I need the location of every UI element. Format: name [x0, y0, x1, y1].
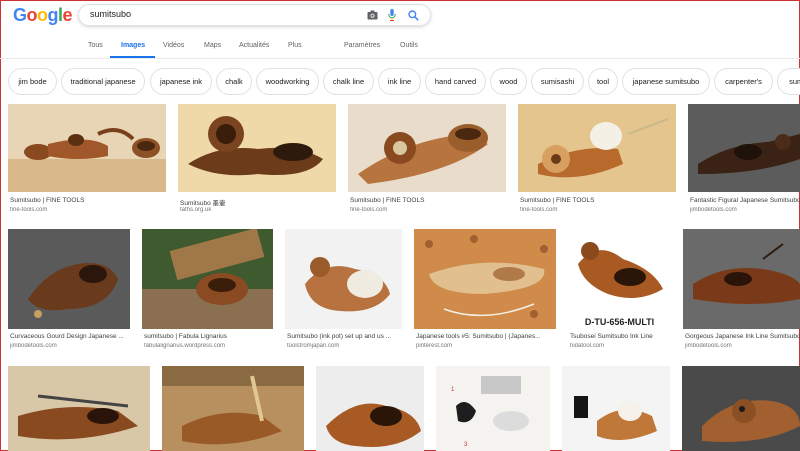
result-thumbnail[interactable]: D-TU-656-MULTI [568, 229, 671, 329]
result-thumbnail[interactable] [162, 366, 304, 451]
tab-images[interactable]: Images [121, 42, 145, 49]
chip[interactable]: ink line [378, 68, 421, 95]
result-site[interactable]: jimbodetools.com [690, 207, 800, 213]
result-title[interactable]: Tsubosei Sumitsubo Ink Line [570, 333, 673, 340]
result-title[interactable]: Sumitsubo | FINE TOOLS [10, 197, 160, 204]
result-site[interactable]: taths.org.uk [180, 207, 330, 213]
result-thumbnail[interactable] [8, 366, 150, 451]
result-thumbnail[interactable]: 13 [436, 366, 550, 451]
result-title[interactable]: Sumitsubo (ink pot) set up and us ... [287, 333, 404, 340]
result-site[interactable]: toolsfromjapan.com [287, 343, 404, 349]
result-thumbnail[interactable] [683, 229, 800, 329]
result-site[interactable]: fine-tools.com [350, 207, 500, 213]
result-site[interactable]: fine-tools.com [520, 207, 670, 213]
chip[interactable]: chalk [216, 68, 252, 95]
tab-news[interactable]: Actualités [239, 42, 269, 49]
result-thumbnail[interactable] [142, 229, 273, 329]
chip[interactable]: tool [588, 68, 618, 95]
logo-letter: o [37, 5, 48, 25]
result-site[interactable]: fabulalignarius.wordpress.com [144, 343, 275, 349]
result-title[interactable]: Japanese tools #5: Sumitsubo | (Japanes.… [416, 333, 558, 340]
result-thumbnail[interactable] [688, 104, 800, 192]
search-icon[interactable] [406, 8, 420, 22]
result-title[interactable]: Curvaceous Gourd Design Japanese ... [10, 333, 132, 340]
result-site[interactable]: fine-tools.com [10, 207, 160, 213]
result-thumbnail[interactable] [285, 229, 402, 329]
result-title[interactable]: sumitsubo | Fabula Lignarius [144, 333, 275, 340]
result-thumbnail[interactable] [316, 366, 424, 451]
chip[interactable]: carpenter's [714, 68, 773, 95]
tab-tools[interactable]: Outils [400, 42, 418, 49]
tab-videos[interactable]: Vidéos [163, 42, 184, 49]
chip[interactable]: japanese sumitsubo [622, 68, 710, 95]
logo-letter: e [62, 5, 73, 25]
chip[interactable]: wood [490, 68, 527, 95]
result-site[interactable]: pinterest.com [416, 343, 558, 349]
chip[interactable]: hand carved [425, 68, 486, 95]
result-title[interactable]: Sumitsubo | FINE TOOLS [350, 197, 500, 204]
result-title[interactable]: Fantastic Figural Japanese Sumitsubo [690, 197, 800, 204]
result-title[interactable]: Gorgeous Japanese Ink Line Sumitsubo [685, 333, 800, 340]
google-logo[interactable]: Google [13, 5, 73, 26]
header-divider [0, 58, 800, 59]
logo-letter: o [26, 5, 38, 25]
result-title[interactable]: Sumitsubo | FINE TOOLS [520, 197, 670, 204]
related-chips: jim bode traditional japanese japanese i… [0, 68, 800, 96]
result-site[interactable]: hidatool.com [570, 343, 673, 349]
result-thumbnail[interactable] [8, 104, 166, 192]
search-input[interactable]: sumitsubo [90, 9, 131, 19]
chip[interactable]: woodworking [256, 68, 319, 95]
search-box[interactable]: sumitsubo [78, 4, 431, 26]
result-thumbnail[interactable] [348, 104, 506, 192]
product-code-overlay: D-TU-656-MULTI [584, 317, 655, 327]
chip[interactable]: jim bode [8, 68, 57, 95]
chip[interactable]: chalk line [323, 68, 374, 95]
tab-more[interactable]: Plus [288, 42, 302, 49]
chip[interactable]: sumisashi [531, 68, 584, 95]
camera-icon[interactable] [365, 8, 379, 22]
chip[interactable]: japanese ink [150, 68, 212, 95]
tab-settings[interactable]: Paramètres [344, 42, 380, 49]
result-site[interactable]: jimbodetools.com [10, 343, 132, 349]
result-thumbnail[interactable] [562, 366, 670, 451]
tab-all[interactable]: Tous [88, 42, 103, 49]
result-thumbnail[interactable] [682, 366, 800, 451]
microphone-icon[interactable] [385, 8, 399, 22]
result-site[interactable]: jimbodetools.com [685, 343, 800, 349]
result-thumbnail[interactable] [414, 229, 556, 329]
result-title[interactable]: Sumitsubo 墨壷 [180, 197, 330, 207]
chip[interactable]: sumi [777, 68, 800, 95]
chip[interactable]: traditional japanese [61, 68, 145, 95]
logo-letter: g [47, 5, 59, 25]
result-thumbnail[interactable] [518, 104, 676, 192]
logo-letter: G [13, 5, 27, 25]
tab-maps[interactable]: Maps [204, 42, 221, 49]
result-thumbnail[interactable] [8, 229, 130, 329]
result-thumbnail[interactable] [178, 104, 336, 192]
